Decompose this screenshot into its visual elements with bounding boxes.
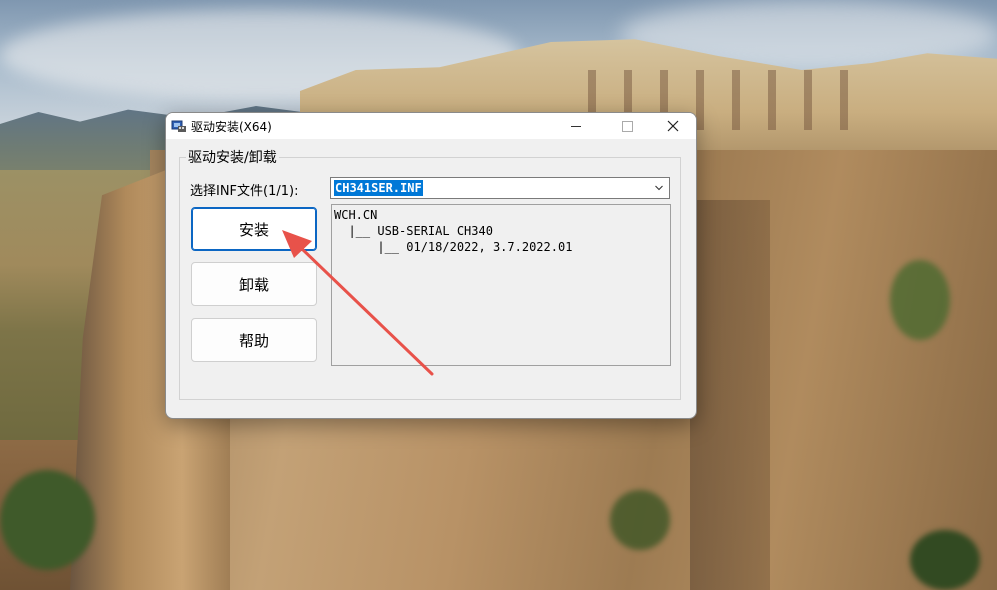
- inf-file-dropdown[interactable]: CH341SER.INF: [330, 177, 670, 199]
- inf-select-label: 选择INF文件(1/1):: [190, 184, 299, 199]
- wallpaper-bush: [0, 470, 95, 570]
- tree-line-version: |__ 01/18/2022, 3.7.2022.01: [334, 240, 573, 254]
- driver-install-window: 驱动安装(X64) 驱动安装/卸载 选择INF文件(1/1): CH341SER…: [165, 112, 697, 419]
- install-button[interactable]: 安装: [191, 207, 317, 251]
- minimize-button[interactable]: [553, 113, 599, 139]
- tree-line-device: |__ USB-SERIAL CH340: [334, 224, 493, 238]
- close-icon: [667, 120, 679, 132]
- help-button[interactable]: 帮助: [191, 318, 317, 362]
- maximize-icon: [621, 120, 633, 132]
- wallpaper-bush: [610, 490, 670, 550]
- groupbox-title: 驱动安装/卸载: [186, 147, 279, 167]
- maximize-button: [604, 113, 650, 139]
- wallpaper-bush: [890, 260, 950, 340]
- wallpaper-gorge: [690, 200, 770, 590]
- tree-line-vendor: WCH.CN: [334, 208, 378, 222]
- driver-installer-icon: [171, 120, 186, 132]
- chevron-down-icon[interactable]: [655, 184, 663, 192]
- window-title: 驱动安装(X64): [191, 120, 272, 134]
- uninstall-button[interactable]: 卸载: [191, 262, 317, 306]
- minimize-icon: [571, 125, 581, 127]
- title-bar[interactable]: 驱动安装(X64): [166, 113, 696, 139]
- driver-info-tree: WCH.CN |__ USB-SERIAL CH340 |__ 01/18/20…: [331, 204, 671, 366]
- inf-file-selected: CH341SER.INF: [334, 180, 423, 196]
- wallpaper-bush: [910, 530, 980, 590]
- close-button[interactable]: [650, 113, 696, 139]
